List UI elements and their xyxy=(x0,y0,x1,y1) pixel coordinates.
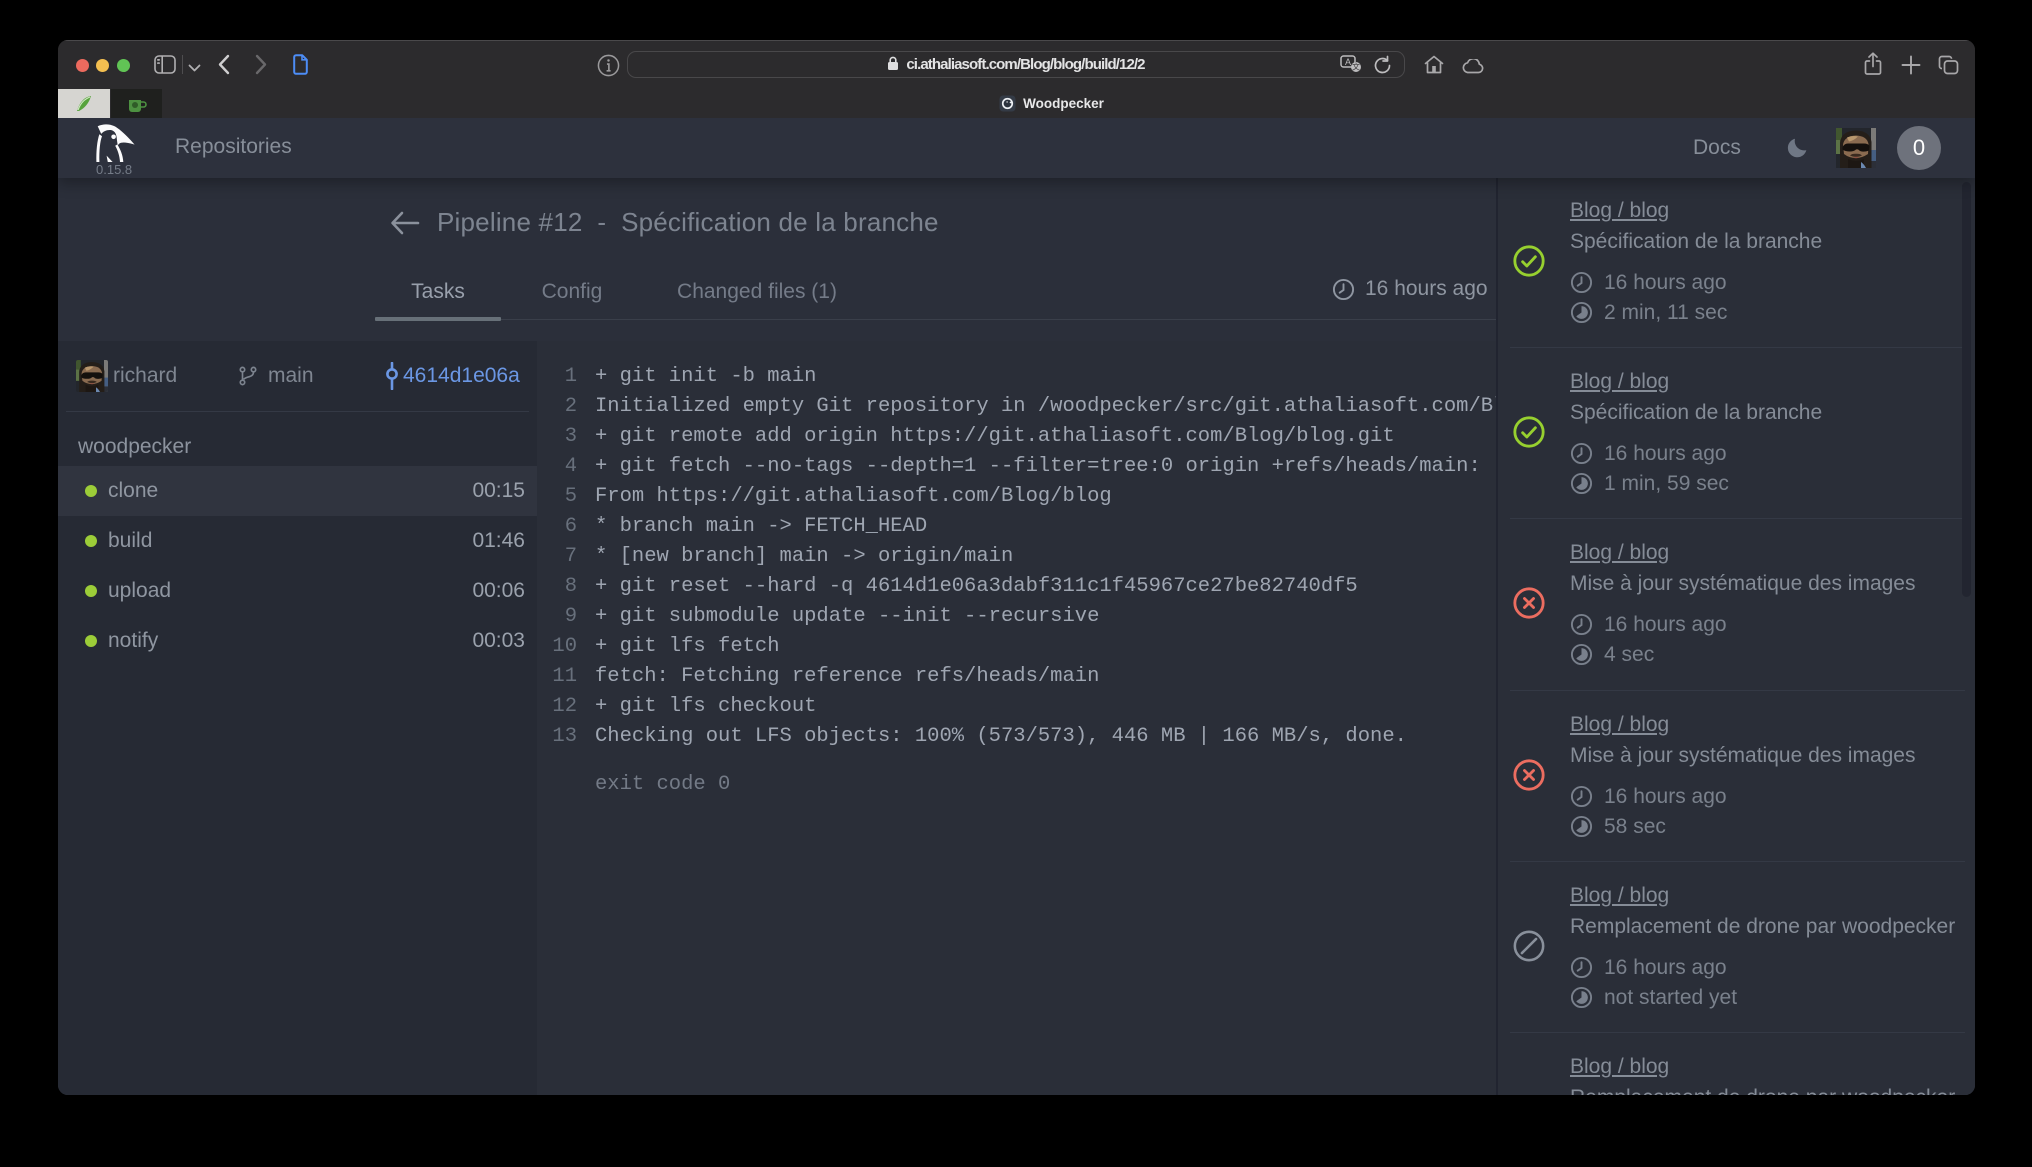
svg-text:文: 文 xyxy=(1352,62,1360,72)
svg-text:A: A xyxy=(1345,57,1351,67)
